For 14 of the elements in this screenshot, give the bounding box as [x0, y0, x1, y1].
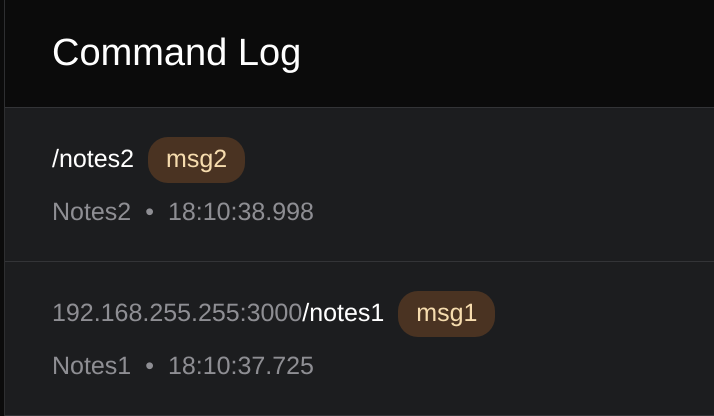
separator-dot: • [145, 351, 154, 382]
source-name: Notes2 [52, 197, 132, 228]
log-entry[interactable]: /notes2 msg2 Notes2 • 18:10:38.998 [5, 108, 714, 262]
command-path: /notes1 [302, 298, 384, 330]
source-name: Notes1 [52, 351, 132, 382]
panel-title: Command Log [52, 30, 302, 76]
host-address: 192.168.255.255:3000 [52, 298, 302, 330]
timestamp: 18:10:37.725 [168, 351, 314, 382]
timestamp: 18:10:38.998 [168, 197, 314, 228]
separator-dot: • [145, 197, 154, 228]
message-tag: msg2 [148, 137, 246, 183]
command-path: /notes2 [52, 144, 134, 176]
message-tag: msg1 [398, 291, 496, 337]
log-entry[interactable]: 192.168.255.255:3000/notes1 msg1 Notes1 • 18:10:37.725 [5, 262, 714, 416]
